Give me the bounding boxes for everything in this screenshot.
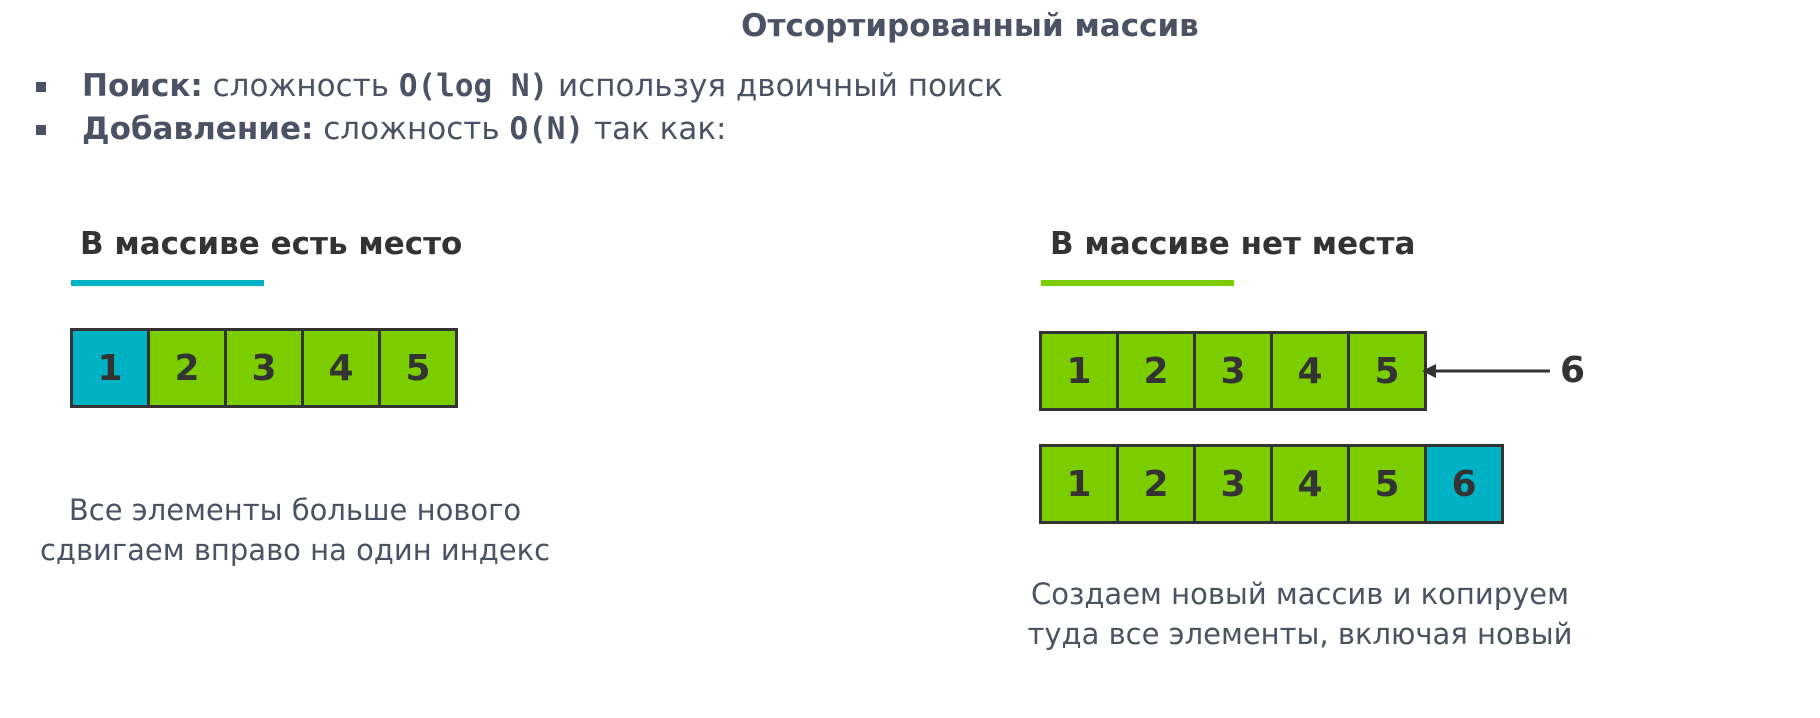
bullet-text: сложность	[202, 67, 399, 104]
bullet-square-icon	[36, 125, 46, 135]
bullet-text: сложность	[313, 110, 510, 147]
caption-line: Создаем новый массив и копируем	[1030, 577, 1570, 611]
complexity-code: O(log N)	[398, 67, 549, 104]
insert-arrow-icon	[1422, 364, 1550, 378]
array-cell: 5	[1350, 334, 1424, 408]
bullet-square-icon	[36, 82, 46, 92]
array-cell: 5	[1350, 447, 1427, 521]
complexity-code: O(N)	[509, 110, 585, 147]
array-cell: 6	[1427, 447, 1501, 521]
array-cell: 3	[1196, 447, 1273, 521]
bullet-text: используя двоичный поиск	[548, 67, 1003, 104]
caption-line: сдвигаем вправо на один индекс	[39, 533, 551, 567]
array-cell: 4	[1273, 447, 1350, 521]
right-caption: Создаем новый массив и копируем туда все…	[1020, 574, 1580, 654]
array-cell: 5	[381, 331, 455, 405]
page-title: Отсортированный массив	[741, 8, 1199, 44]
left-heading: В массиве есть место	[80, 226, 463, 262]
array-cell: 2	[1119, 334, 1196, 408]
array-cell: 1	[1042, 447, 1119, 521]
bullet-list: Поиск: сложность O(log N) используя двои…	[30, 64, 1003, 150]
bullet-label: Добавление:	[82, 110, 314, 147]
caption-line: Все элементы больше нового	[68, 493, 522, 527]
bullet-label: Поиск:	[82, 67, 203, 104]
array-cell: 4	[304, 331, 381, 405]
incoming-element: 6	[1560, 350, 1586, 391]
left-array: 1 2 3 4 5	[70, 328, 458, 408]
array-cell: 1	[1042, 334, 1119, 408]
bullet-search: Поиск: сложность O(log N) используя двои…	[30, 64, 1003, 107]
right-underline	[1041, 280, 1234, 286]
array-cell: 3	[227, 331, 304, 405]
array-cell: 1	[73, 331, 150, 405]
caption-line: туда все элементы, включая новый	[1027, 617, 1573, 651]
array-cell: 2	[150, 331, 227, 405]
bullet-text: так как:	[584, 110, 727, 147]
right-array-old: 1 2 3 4 5	[1039, 331, 1427, 411]
bullet-insert: Добавление: сложность O(N) так как:	[30, 107, 1003, 150]
left-caption: Все элементы больше нового сдвигаем впра…	[30, 490, 560, 570]
right-heading: В массиве нет места	[1050, 226, 1416, 262]
array-cell: 3	[1196, 334, 1273, 408]
left-underline	[71, 280, 264, 286]
array-cell: 4	[1273, 334, 1350, 408]
array-cell: 2	[1119, 447, 1196, 521]
right-array-new: 1 2 3 4 5 6	[1039, 444, 1504, 524]
